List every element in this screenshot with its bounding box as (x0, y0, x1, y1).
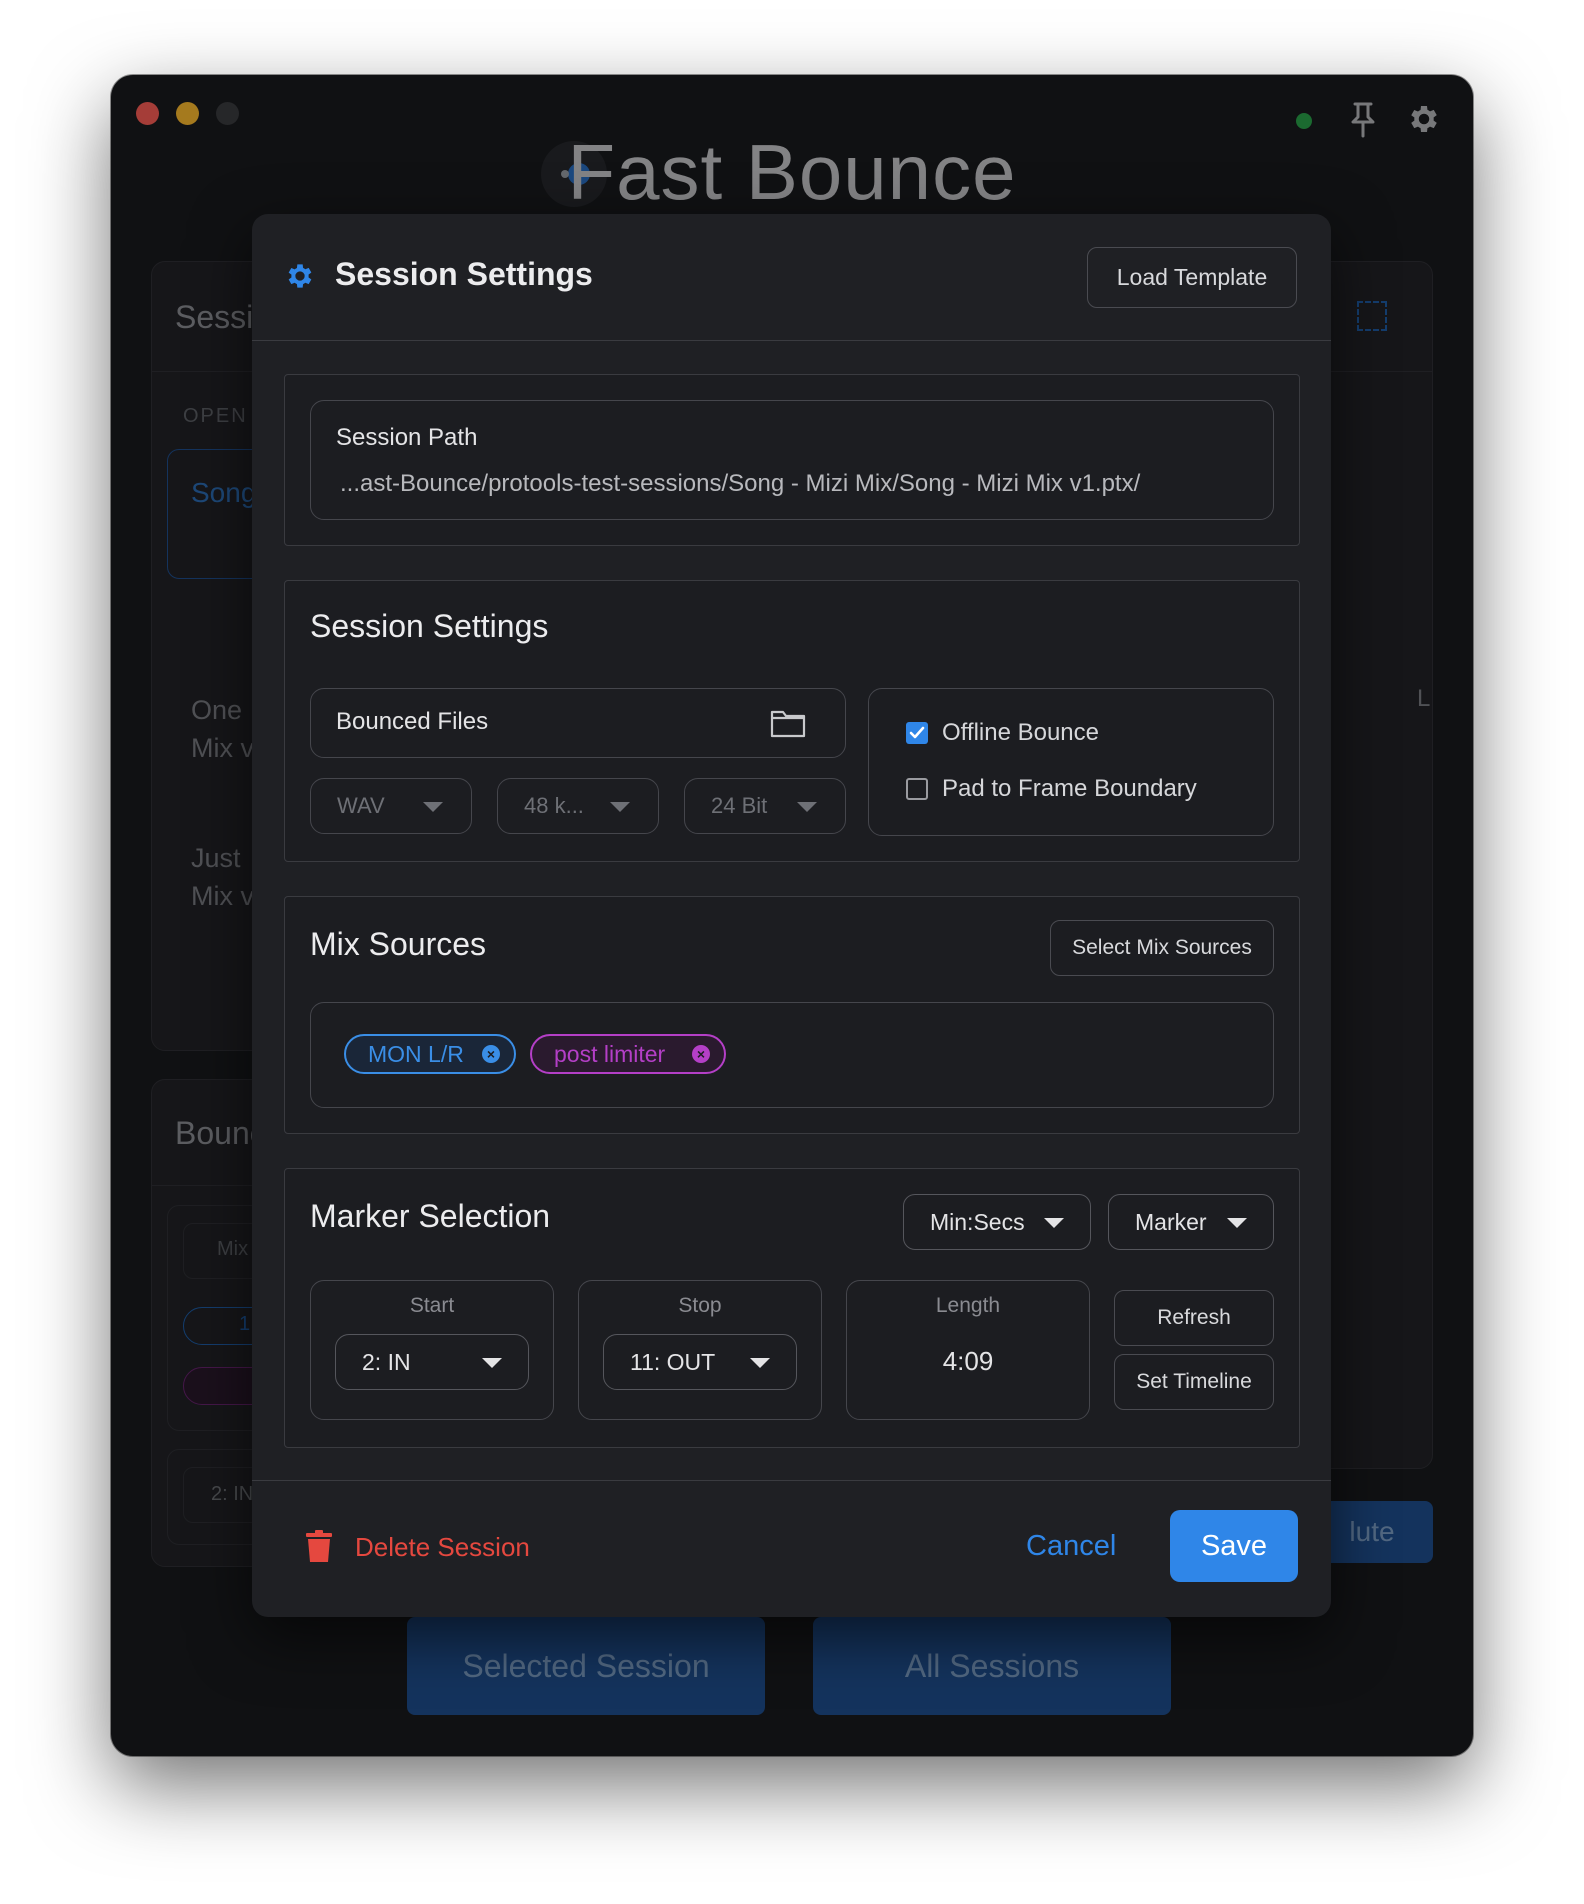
chevron-down-icon (423, 802, 443, 812)
format-select[interactable]: WAV (310, 778, 472, 834)
bounce-options-group (868, 688, 1274, 836)
session-path-value: ...ast-Bounce/protools-test-sessions/Son… (340, 470, 1141, 497)
length-label: Length (935, 1294, 1001, 1317)
chevron-down-icon (750, 1358, 770, 1368)
sample-rate-select[interactable]: 48 k... (497, 778, 659, 834)
length-value: 4:09 (942, 1346, 994, 1376)
mix-source-chip-label: MON L/R (368, 1040, 464, 1067)
remove-chip-icon[interactable]: × (482, 1045, 500, 1063)
header-divider (252, 340, 1331, 341)
mix-sources-title: Mix Sources (310, 926, 487, 962)
session-path-label: Session Path (336, 424, 478, 451)
offline-bounce-checkbox[interactable] (906, 722, 928, 744)
sample-rate-select-value: 48 k... (524, 793, 584, 818)
stop-marker-value: 11: OUT (630, 1348, 716, 1375)
select-mix-sources-button[interactable]: Select Mix Sources (1050, 920, 1274, 976)
chevron-down-icon (797, 802, 817, 812)
footer-divider (252, 1480, 1331, 1481)
start-marker-select[interactable]: 2: IN (335, 1334, 529, 1390)
offline-bounce-label: Offline Bounce (942, 719, 1099, 746)
chevron-down-icon (482, 1358, 502, 1368)
stop-marker-select[interactable]: 11: OUT (603, 1334, 797, 1390)
bit-depth-select[interactable]: 24 Bit (684, 778, 846, 834)
load-template-button[interactable]: Load Template (1087, 247, 1297, 308)
dialog-title: Session Settings (335, 256, 593, 292)
save-button[interactable]: Save (1170, 1510, 1298, 1582)
stop-label: Stop (678, 1294, 722, 1317)
mix-source-chip-label: post limiter (554, 1040, 666, 1067)
cancel-button[interactable]: Cancel (1026, 1530, 1116, 1563)
session-path-field[interactable] (310, 400, 1274, 520)
chevron-down-icon (1227, 1218, 1247, 1228)
mix-source-chip[interactable]: MON L/R × (344, 1034, 516, 1074)
gear-icon (284, 260, 316, 292)
bounced-files-label: Bounced Files (336, 708, 489, 735)
marker-selection-title: Marker Selection (310, 1198, 551, 1234)
start-marker-value: 2: IN (362, 1348, 411, 1375)
remove-chip-icon[interactable]: × (692, 1045, 710, 1063)
folder-icon[interactable] (770, 708, 806, 738)
time-format-value: Min:Secs (930, 1208, 1025, 1235)
bit-depth-select-value: 24 Bit (711, 793, 768, 818)
chevron-down-icon (610, 802, 630, 812)
format-select-value: WAV (337, 793, 385, 818)
start-label: Start (409, 1294, 455, 1317)
chevron-down-icon (1044, 1218, 1064, 1228)
session-settings-title: Session Settings (310, 608, 549, 644)
session-settings-dialog: Session Settings Load Template Session P… (252, 214, 1331, 1617)
mix-source-chip[interactable]: post limiter × (530, 1034, 726, 1074)
time-format-select[interactable]: Min:Secs (903, 1194, 1091, 1250)
trash-icon[interactable] (306, 1530, 332, 1562)
pad-frame-checkbox[interactable] (906, 778, 928, 800)
set-timeline-button[interactable]: Set Timeline (1114, 1354, 1274, 1410)
refresh-button[interactable]: Refresh (1114, 1290, 1274, 1346)
pad-frame-label: Pad to Frame Boundary (942, 775, 1197, 802)
marker-type-value: Marker (1135, 1208, 1207, 1235)
delete-session-button[interactable]: Delete Session (355, 1532, 530, 1563)
marker-type-select[interactable]: Marker (1108, 1194, 1274, 1250)
